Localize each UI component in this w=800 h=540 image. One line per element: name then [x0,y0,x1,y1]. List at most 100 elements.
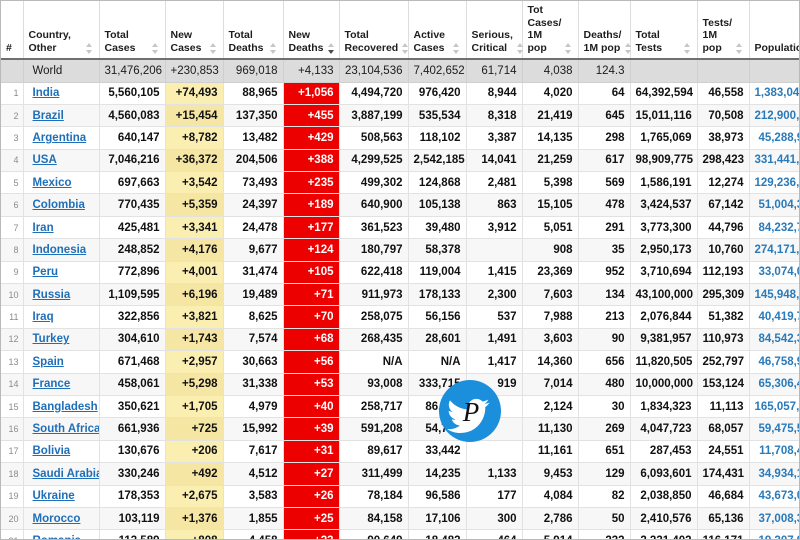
country-link[interactable]: India [33,87,60,99]
sort-both-icon[interactable] [269,43,278,54]
sort-both-icon[interactable] [735,43,744,54]
column-header-population[interactable]: Population [749,1,799,60]
cell-serious_critical: 3,912 [466,216,523,240]
cell-population: 11,708,475 [749,440,799,464]
cell-total_deaths: 13,482 [223,126,284,150]
country-link[interactable]: South Africa [33,423,99,435]
cell-idx: 7 [1,216,24,240]
cell-serious_critical: 8,318 [466,104,523,128]
sort-both-icon[interactable] [516,43,525,54]
country-link[interactable]: Turkey [33,333,70,345]
cell-population: 331,441,624 [749,149,799,173]
country-link[interactable]: Morocco [33,513,81,525]
sort-both-icon[interactable] [624,43,633,54]
country-link[interactable]: Ukraine [33,490,75,502]
cell-total_cases: 330,246 [99,462,166,486]
cell-total_cases: 640,147 [99,126,166,150]
country-link[interactable]: Saudi Arabia [33,468,99,480]
cell-total_tests: 287,453 [630,440,698,464]
country-link[interactable]: Peru [33,266,59,278]
column-header-deaths_per_1m[interactable]: Deaths/ 1M pop [578,1,633,60]
cell-new_deaths: +40 [283,395,340,419]
country-link[interactable]: Colombia [33,199,85,211]
country-link[interactable]: Russia [33,289,71,301]
cell-idx: 17 [1,440,24,464]
country-link[interactable]: France [33,378,71,390]
cell-idx: 2 [1,104,24,128]
table-row: 14 France 458,061 +5,298 31,338 +53 93,008 333,… [1,373,799,396]
sort-desc-icon[interactable] [327,43,336,54]
cell-new_cases: +5,298 [165,373,224,396]
cell-population [749,59,799,83]
cell-total_tests: 2,410,576 [630,507,698,531]
cell-total_cases: 772,896 [99,261,166,285]
cell-total_recovered: 258,075 [339,305,409,329]
cell-active_cases: 18,482 [408,529,467,539]
cell-active_cases: 535,534 [408,104,467,128]
cell-country: Bangladesh [23,395,100,419]
cell-total_tests: 1,586,191 [630,171,698,195]
column-header-label: New Deaths [288,29,324,54]
country-link[interactable]: Spain [33,356,64,368]
table-row: 13 Spain 671,468 +2,957 30,663 +56 N/A N/A 1,417… [1,350,799,374]
sort-both-icon[interactable] [85,43,94,54]
country-link[interactable]: Bolivia [33,445,71,457]
column-header-country[interactable]: Country, Other [23,1,100,60]
column-header-new_deaths[interactable]: New Deaths [283,1,340,60]
sort-both-icon[interactable] [401,43,410,54]
cell-total_recovered: 180,797 [339,238,409,262]
cell-idx [1,59,24,83]
country-link[interactable]: Iraq [33,311,54,323]
column-header-tests_per_1m[interactable]: Tests/ 1M pop [697,1,750,60]
cell-serious_critical: 919 [466,373,523,396]
country-link[interactable]: Romania [33,535,82,539]
column-header-active_cases[interactable]: Active Cases [408,1,467,60]
cell-idx: 5 [1,171,24,195]
cell-total_cases: 4,560,083 [99,104,166,128]
country-link[interactable]: Indonesia [33,244,87,256]
cell-deaths_per_1m: 617 [578,149,631,173]
cell-cases_per_1m: 7,014 [522,373,579,396]
column-header-new_cases[interactable]: New Cases [165,1,224,60]
column-header-serious_critical[interactable]: Serious, Critical [466,1,525,60]
table-row: 8 Indonesia 248,852 +4,176 9,677 +124 180,797 5… [1,238,799,262]
sort-both-icon[interactable] [564,43,573,54]
cell-population: 212,900,304 [749,104,799,128]
column-header-total_tests[interactable]: Total Tests [630,1,698,60]
cell-total_recovered: 3,887,199 [339,104,409,128]
country-link[interactable]: USA [33,154,57,166]
column-header-total_recovered[interactable]: Total Recovered [339,1,410,60]
sort-both-icon[interactable] [452,43,461,54]
cell-population: 45,288,957 [749,126,799,150]
country-link[interactable]: Bangladesh [33,401,98,413]
cell-new_deaths: +105 [283,261,340,285]
cell-country: Colombia [23,193,100,217]
cell-new_cases: +4,176 [165,238,224,262]
country-link[interactable]: Mexico [33,177,72,189]
cell-new_cases: +1,705 [165,395,224,419]
table-row: 21 Romania 113,589+8084,458+2390,64918,482… [1,529,799,539]
column-header-cases_per_1m[interactable]: Tot Cases/ 1M pop [522,1,579,60]
cell-deaths_per_1m: 480 [578,373,631,396]
country-link[interactable]: Iran [33,222,54,234]
sort-both-icon[interactable] [151,43,160,54]
cell-new_deaths: +189 [283,193,340,217]
column-header-idx[interactable]: # [1,1,24,60]
cell-country: Morocco [23,507,100,531]
country-link[interactable]: Brazil [33,110,64,122]
column-header-total_cases[interactable]: Total Cases [99,1,166,60]
column-header-total_deaths[interactable]: Total Deaths [223,1,284,60]
cell-country: Romania [23,529,100,539]
cell-total_deaths: 15,992 [223,417,284,441]
cell-new_deaths: +23 [283,529,340,539]
cell-total_tests: 3,710,694 [630,261,698,285]
cell-active_cases: 124,868 [408,171,467,195]
cell-active_cases: 28,601 [408,328,467,352]
cell-new_deaths: +26 [283,485,340,508]
sort-both-icon[interactable] [683,43,692,54]
cell-new_deaths: +235 [283,171,340,195]
sort-both-icon[interactable] [209,43,218,54]
cell-deaths_per_1m: 213 [578,305,631,329]
country-link[interactable]: Argentina [33,132,87,144]
cell-serious_critical: 537 [466,305,523,329]
